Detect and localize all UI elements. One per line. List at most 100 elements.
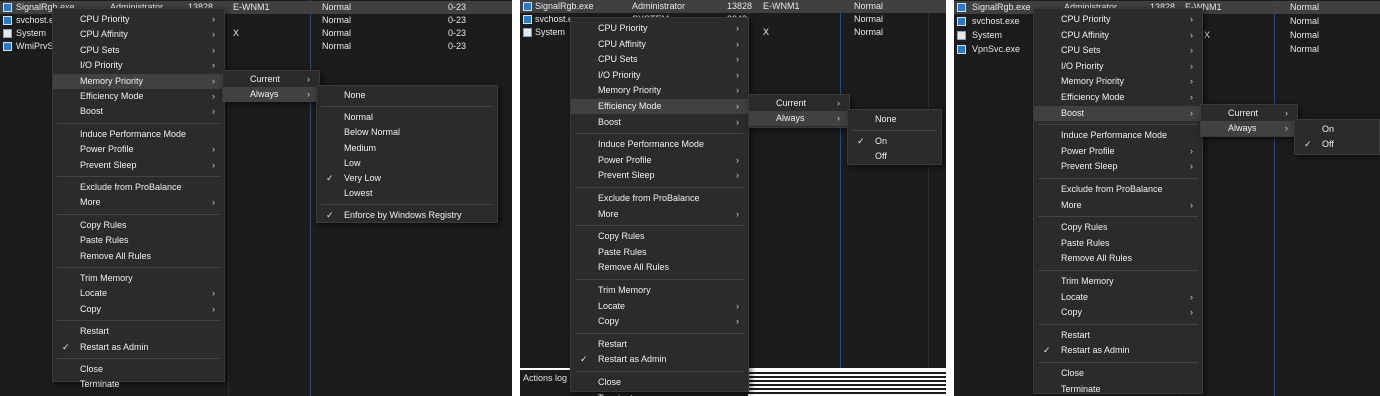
menu-item-label: Close: [80, 364, 104, 374]
menu-item-locate[interactable]: Locate ›: [53, 286, 224, 301]
menu-item-lowest[interactable]: Lowest: [317, 186, 497, 201]
menu-item-restart-as-admin[interactable]: ✓ Restart as Admin: [53, 340, 224, 355]
menu-item-on[interactable]: On: [1295, 122, 1379, 137]
menu-item-remove-all-rules[interactable]: Remove All Rules: [1034, 251, 1202, 266]
menu-item-very-low[interactable]: ✓ Very Low: [317, 171, 497, 186]
menu-item-current[interactable]: Current ›: [223, 72, 319, 87]
menu-item-restart-as-admin[interactable]: ✓ Restart as Admin: [571, 352, 748, 367]
menu-item-close[interactable]: Close: [571, 375, 748, 390]
menu-item-copy[interactable]: Copy ›: [571, 314, 748, 329]
menu-item-terminate[interactable]: Terminate: [571, 391, 748, 396]
menu-item-always[interactable]: Always ›: [1201, 121, 1297, 137]
menu-item-copy[interactable]: Copy ›: [53, 302, 224, 317]
process-priority: Normal: [854, 14, 884, 24]
menu-item-low[interactable]: Low: [317, 156, 497, 171]
menu-item-power-profile[interactable]: Power Profile ›: [571, 153, 748, 168]
menu-item-below-normal[interactable]: Below Normal: [317, 125, 497, 140]
menu-item-paste-rules[interactable]: Paste Rules: [571, 245, 748, 260]
menu-item-memory-priority[interactable]: Memory Priority ›: [571, 83, 748, 98]
menu-item-efficiency-mode[interactable]: Efficiency Mode ›: [53, 89, 224, 104]
menu-item-more[interactable]: More ›: [53, 195, 224, 210]
menu-item-current[interactable]: Current ›: [1201, 106, 1297, 121]
menu-item-boost[interactable]: Boost ›: [1034, 105, 1202, 121]
menu-item-memory-priority[interactable]: Memory Priority ›: [53, 73, 224, 89]
menu-item-label: Induce Performance Mode: [80, 128, 187, 139]
context-menu: CPU Priority › CPU Affinity › CPU Sets › I/O P…: [1033, 8, 1203, 394]
menu-item-always[interactable]: Always ›: [749, 111, 849, 127]
process-name: SignalRgb.exe: [972, 2, 1031, 12]
process-row[interactable]: SignalRgb.exe Administrator 13828 E-WNM1…: [520, 0, 946, 13]
menu-item-cpu-sets[interactable]: CPU Sets ›: [53, 43, 224, 58]
column-divider: [310, 0, 311, 396]
menu-item-trim-memory[interactable]: Trim Memory: [1034, 274, 1202, 289]
menu-item-exclude-from-probalance[interactable]: Exclude from ProBalance: [1034, 182, 1202, 197]
menu-item-restart[interactable]: Restart: [571, 337, 748, 352]
menu-item-prevent-sleep[interactable]: Prevent Sleep ›: [571, 168, 748, 183]
menu-item-cpu-affinity[interactable]: CPU Affinity ›: [571, 37, 748, 52]
menu-item-trim-memory[interactable]: Trim Memory: [571, 283, 748, 298]
menu-item-off[interactable]: Off: [848, 149, 941, 164]
menu-item-off[interactable]: ✓ Off: [1295, 137, 1379, 152]
menu-item-label: Power Profile: [80, 144, 134, 155]
menu-item-boost[interactable]: Boost ›: [571, 115, 748, 130]
menu-item-induce-performance-mode[interactable]: Induce Performance Mode: [53, 127, 224, 142]
menu-item-label: Medium: [344, 142, 377, 153]
menu-item-terminate[interactable]: Terminate: [53, 377, 224, 392]
menu-item-locate[interactable]: Locate ›: [1034, 290, 1202, 305]
menu-item-cpu-sets[interactable]: CPU Sets ›: [1034, 43, 1202, 58]
menu-item-copy-rules[interactable]: Copy Rules: [1034, 220, 1202, 235]
chevron-right-icon: ›: [837, 98, 840, 108]
menu-item-boost[interactable]: Boost ›: [53, 104, 224, 119]
menu-item-none[interactable]: None: [317, 88, 497, 103]
menu-item-i-o-priority[interactable]: I/O Priority ›: [53, 58, 224, 73]
menu-item-efficiency-mode[interactable]: Efficiency Mode ›: [571, 99, 748, 114]
menu-item-induce-performance-mode[interactable]: Induce Performance Mode: [1034, 128, 1202, 143]
menu-item-medium[interactable]: Medium: [317, 141, 497, 156]
menu-item-paste-rules[interactable]: Paste Rules: [1034, 236, 1202, 251]
menu-item-power-profile[interactable]: Power Profile ›: [1034, 144, 1202, 159]
menu-item-locate[interactable]: Locate ›: [571, 299, 748, 314]
menu-item-close[interactable]: Close: [1034, 366, 1202, 381]
menu-item-remove-all-rules[interactable]: Remove All Rules: [53, 249, 224, 264]
menu-item-normal[interactable]: Normal: [317, 110, 497, 125]
menu-item-restart[interactable]: Restart: [1034, 328, 1202, 343]
menu-item-label: Remove All Rules: [80, 250, 152, 261]
menu-item-cpu-priority[interactable]: CPU Priority ›: [1034, 12, 1202, 27]
menu-item-more[interactable]: More ›: [1034, 198, 1202, 213]
menu-item-cpu-sets[interactable]: CPU Sets ›: [571, 52, 748, 67]
memory-priority-submenu: Current › Always ›: [222, 70, 320, 103]
menu-item-close[interactable]: Close: [53, 362, 224, 377]
menu-item-efficiency-mode[interactable]: Efficiency Mode ›: [1034, 90, 1202, 105]
menu-item-exclude-from-probalance[interactable]: Exclude from ProBalance: [53, 180, 224, 195]
menu-item-i-o-priority[interactable]: I/O Priority ›: [571, 68, 748, 83]
menu-item-i-o-priority[interactable]: I/O Priority ›: [1034, 59, 1202, 74]
menu-item-copy[interactable]: Copy ›: [1034, 305, 1202, 320]
process-affinity: 0-23: [448, 28, 467, 38]
menu-item-terminate[interactable]: Terminate: [1034, 382, 1202, 396]
menu-item-restart-as-admin[interactable]: ✓ Restart as Admin: [1034, 343, 1202, 358]
menu-item-cpu-priority[interactable]: CPU Priority ›: [571, 21, 748, 36]
menu-item-remove-all-rules[interactable]: Remove All Rules: [571, 260, 748, 275]
menu-item-restart[interactable]: Restart: [53, 324, 224, 339]
menu-item-exclude-from-probalance[interactable]: Exclude from ProBalance: [571, 191, 748, 206]
menu-item-paste-rules[interactable]: Paste Rules: [53, 233, 224, 248]
menu-item-trim-memory[interactable]: Trim Memory: [53, 271, 224, 286]
menu-item-none[interactable]: None: [848, 112, 941, 127]
menu-item-prevent-sleep[interactable]: Prevent Sleep ›: [1034, 159, 1202, 174]
menu-item-prevent-sleep[interactable]: Prevent Sleep ›: [53, 158, 224, 173]
menu-item-copy-rules[interactable]: Copy Rules: [571, 229, 748, 244]
menu-item-cpu-affinity[interactable]: CPU Affinity ›: [53, 27, 224, 42]
menu-item-label: Close: [1061, 368, 1085, 378]
menu-item-always[interactable]: Always ›: [223, 87, 319, 103]
menu-item-label: Off: [875, 151, 887, 162]
menu-item-current[interactable]: Current ›: [749, 96, 849, 111]
menu-item-cpu-priority[interactable]: CPU Priority ›: [53, 12, 224, 27]
menu-item-cpu-affinity[interactable]: CPU Affinity ›: [1034, 28, 1202, 43]
menu-item-induce-performance-mode[interactable]: Induce Performance Mode: [571, 137, 748, 152]
menu-item-more[interactable]: More ›: [571, 207, 748, 222]
menu-item-copy-rules[interactable]: Copy Rules: [53, 218, 224, 233]
menu-item-on[interactable]: ✓ On: [848, 134, 941, 149]
menu-item-enforce-by-windows-registry[interactable]: ✓ Enforce by Windows Registry: [317, 208, 497, 223]
menu-item-power-profile[interactable]: Power Profile ›: [53, 142, 224, 157]
menu-item-memory-priority[interactable]: Memory Priority ›: [1034, 74, 1202, 89]
